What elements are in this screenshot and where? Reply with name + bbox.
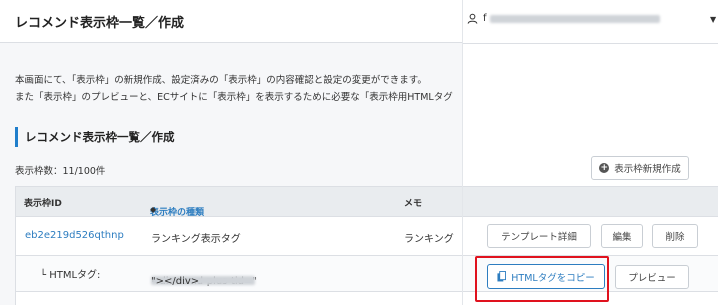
slot-type: ランキング表示タグ	[151, 234, 241, 245]
preview-button[interactable]: プレビュー	[615, 265, 689, 289]
sort-icon: ◆	[150, 205, 157, 214]
page-title: レコメンド表示枠一覧／作成	[15, 15, 185, 31]
redacted-user-name	[489, 14, 660, 23]
section-title: レコメンド表示枠一覧／作成	[15, 127, 175, 147]
create-slot-button[interactable]: + 表示枠新規作成	[591, 156, 689, 180]
slot-count: 表示枠数：11/100件	[15, 166, 106, 177]
description-line-1: 本画面にて、「表示枠」の新規作成、設定済みの「表示枠」の内容確認と設定の変更がで…	[15, 75, 427, 86]
header-divider	[463, 43, 718, 44]
copy-html-tag-label: HTMLタグをコピー	[511, 272, 595, 284]
panel-table-header	[463, 186, 718, 217]
slot-id-link[interactable]: eb2e219d526qthnp	[25, 230, 124, 241]
copy-html-tag-button[interactable]: HTMLタグをコピー	[487, 264, 605, 289]
table-row	[15, 292, 462, 305]
main-page: レコメンド表示枠一覧／作成 本画面にて、「表示枠」の新規作成、設定済みの「表示枠…	[0, 0, 462, 305]
html-tag-row: └ HTMLタグ: <div rcmd-plus-tid=""></div>	[15, 256, 462, 292]
right-panel: f ▼ + 表示枠新規作成 テンプレート詳細 編集 削除 HTMLタグをコピー …	[462, 0, 718, 305]
plus-circle-icon: +	[599, 163, 610, 173]
page-description: 本画面にて、「表示枠」の新規作成、設定済みの「表示枠」の内容確認と設定の変更がで…	[15, 72, 453, 106]
caret-down-icon[interactable]: ▼	[710, 15, 716, 24]
header-memo: メモ	[404, 199, 423, 209]
delete-button[interactable]: 削除	[652, 224, 698, 248]
user-name-prefix: f	[483, 13, 487, 24]
header-slot-id: 表示枠ID	[24, 199, 62, 209]
user-menu[interactable]: f	[467, 13, 660, 24]
copy-icon	[497, 271, 507, 282]
html-tag-code-suffix: "></div>	[151, 276, 200, 287]
create-slot-label: 表示枠新規作成	[614, 164, 681, 175]
edit-button[interactable]: 編集	[601, 224, 643, 248]
slot-table: 表示枠ID 表示枠の種類 ◆ メモ eb2e219d526qthnp ランキング…	[15, 186, 462, 305]
page-header: レコメンド表示枠一覧／作成	[0, 0, 462, 43]
description-line-2: また「表示枠」のプレビューと、ECサイトに「表示枠」を表示するために必要な「表示…	[15, 92, 453, 103]
template-detail-button[interactable]: テンプレート詳細	[487, 224, 591, 248]
user-icon	[467, 13, 478, 24]
html-tag-label: └ HTMLタグ:	[40, 270, 101, 281]
slot-memo: ランキング	[404, 234, 454, 245]
table-row: eb2e219d526qthnp ランキング表示タグ ランキング	[15, 217, 462, 256]
table-header: 表示枠ID 表示枠の種類 ◆ メモ	[15, 186, 462, 218]
